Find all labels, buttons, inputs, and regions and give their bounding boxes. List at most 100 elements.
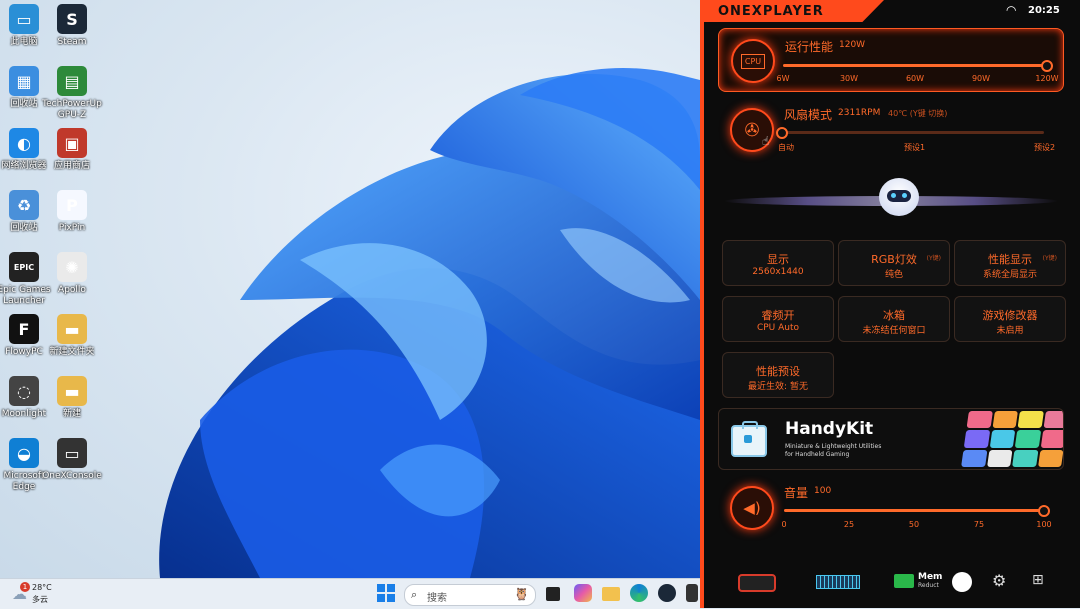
desktop-app-icon: ▭ bbox=[57, 438, 87, 468]
volume-section: ◀) 音量 100 0 25 50 75 100 bbox=[718, 478, 1062, 538]
volume-ticks: 0 25 50 75 100 bbox=[781, 520, 1051, 532]
slider-tick-label: 90W bbox=[971, 74, 991, 83]
fan-title: 风扇模式 bbox=[784, 108, 833, 122]
search-placeholder: 搜索 bbox=[427, 593, 447, 604]
keyboard-icon[interactable] bbox=[816, 575, 860, 589]
handykit-subtitle-2: for Handheld Gaming bbox=[785, 451, 850, 458]
tile[interactable]: 游戏修改器 未启用 bbox=[954, 296, 1066, 342]
fan-rpm: 2311RPM bbox=[838, 108, 881, 118]
desktop-icon-label: 新建文件夹 bbox=[49, 347, 95, 357]
tile-title: 游戏修改器 bbox=[982, 309, 1038, 322]
slider-tick-label: 30W bbox=[839, 74, 859, 83]
slider-tick-label: 120W bbox=[1035, 74, 1059, 83]
desktop-icon[interactable]: S Steam bbox=[40, 4, 104, 48]
mem-label: Mem bbox=[918, 572, 943, 582]
desktop-app-icon: P bbox=[57, 190, 87, 220]
console-icon[interactable] bbox=[738, 574, 776, 592]
copilot-icon[interactable] bbox=[574, 584, 592, 602]
tile-subtitle: CPU Auto bbox=[756, 323, 800, 333]
desktop-icon[interactable]: ✺ Apollo bbox=[40, 252, 104, 296]
fan-temp: 40℃ (Y键 切换) bbox=[888, 109, 948, 118]
fan-slider[interactable] bbox=[776, 126, 1044, 139]
desktop-icon-label: 应用商店 bbox=[53, 161, 90, 171]
app-tiles-graphic bbox=[961, 411, 1063, 467]
desktop[interactable]: ▭ 此电脑 S Steam ▦ 回收站 ▤ TechPowerUp GPU-Z ◐ 网络浏览器 ▣ 应… bbox=[0, 0, 700, 578]
search-highlight-icon: 🦉 bbox=[514, 587, 529, 601]
desktop-icon[interactable]: ▬ 新建 bbox=[40, 376, 104, 420]
tile-subtitle: 2560x1440 bbox=[752, 267, 804, 277]
slider-tick-label: 50 bbox=[908, 520, 920, 529]
performance-ticks: 6W 30W 60W 90W 120W bbox=[777, 74, 1059, 86]
volume-knob[interactable] bbox=[1038, 505, 1050, 517]
performance-slider[interactable] bbox=[783, 59, 1053, 72]
slider-tick-label: 25 bbox=[843, 520, 855, 529]
cpu-icon: CPU bbox=[731, 39, 775, 83]
task-view-icon[interactable] bbox=[546, 587, 560, 601]
speaker-icon: ◀) bbox=[730, 486, 774, 530]
fan-tick-preset2: 预设2 bbox=[1034, 143, 1056, 152]
handykit-title: HandyKit bbox=[785, 419, 874, 439]
start-icon bbox=[377, 584, 385, 592]
tile[interactable]: RGB灯效 (Y键) 纯色 bbox=[838, 240, 950, 286]
onex-taskbar-icon[interactable] bbox=[686, 584, 698, 602]
desktop-icon-label: Apollo bbox=[58, 285, 86, 295]
tile[interactable]: 显示 2560x1440 bbox=[722, 240, 834, 286]
desktop-app-icon: S bbox=[57, 4, 87, 34]
hand-cursor-icon: ☝ bbox=[762, 134, 770, 148]
grid-icon[interactable]: ⊞ bbox=[1032, 572, 1044, 588]
tile-subtitle: 纯色 bbox=[884, 270, 903, 280]
slider-tick-label: 100 bbox=[1036, 520, 1052, 529]
tile-title: 性能预设 bbox=[756, 365, 800, 378]
desktop-icon[interactable]: ▭ OneXConsole bbox=[40, 438, 104, 482]
edge-icon[interactable] bbox=[630, 584, 648, 602]
fan-knob[interactable] bbox=[776, 127, 788, 139]
handykit-subtitle-1: Miniature & Lightweight Utilities bbox=[785, 443, 882, 450]
handykit-banner[interactable]: HandyKit Miniature & Lightweight Utiliti… bbox=[718, 408, 1064, 470]
tile-subtitle: 最近生效: 暂无 bbox=[748, 382, 808, 392]
desktop-icon[interactable]: ▤ TechPowerUp GPU-Z bbox=[40, 66, 104, 121]
brand-logo: ONEXPLAYER bbox=[718, 4, 824, 19]
desktop-app-icon: ▦ bbox=[9, 66, 39, 96]
taskbar: ☁ 1 28°C 多云 ⌕ 搜索 🦉 bbox=[0, 578, 700, 609]
desktop-icon-label: OneXConsole bbox=[42, 471, 102, 481]
desktop-icon[interactable]: P PixPin bbox=[40, 190, 104, 234]
desktop-app-icon: ✺ bbox=[57, 252, 87, 282]
tile[interactable]: 性能显示 (Y键) 系统全局显示 bbox=[954, 240, 1066, 286]
taskbar-search[interactable]: ⌕ 搜索 🦉 bbox=[404, 584, 536, 606]
settings-icon[interactable]: ⚙ bbox=[992, 571, 1006, 590]
weather-widget[interactable]: ☁ 1 28°C 多云 bbox=[10, 582, 80, 606]
steam-taskbar-icon[interactable] bbox=[658, 584, 676, 602]
volume-slider[interactable] bbox=[784, 504, 1050, 517]
tile[interactable]: 性能预设最近生效: 暂无 bbox=[722, 352, 834, 398]
desktop-app-icon: ▤ bbox=[57, 66, 87, 96]
weather-desc: 多云 bbox=[32, 595, 48, 604]
mem-sublabel: Reduct bbox=[918, 582, 939, 589]
desktop-app-icon: ▭ bbox=[9, 4, 39, 34]
memory-icon[interactable] bbox=[894, 574, 914, 588]
fan-tick-preset1: 预设1 bbox=[904, 143, 926, 152]
desktop-app-icon: EPIC bbox=[9, 252, 39, 282]
tile-tag: (Y键) bbox=[926, 255, 941, 262]
volume-value: 100 bbox=[814, 486, 832, 496]
desktop-icon[interactable]: ▬ 新建文件夹 bbox=[40, 314, 104, 358]
desktop-icon-label: Steam bbox=[57, 37, 87, 47]
fan-track bbox=[782, 131, 1044, 134]
file-explorer-icon[interactable] bbox=[602, 587, 620, 601]
mascot-banner bbox=[724, 168, 1058, 226]
tile[interactable]: 睿频开 CPU Auto bbox=[722, 296, 834, 342]
desktop-app-icon: ▬ bbox=[57, 376, 87, 406]
slider-tick-label: 75 bbox=[973, 520, 985, 529]
panel-topbar: ONEXPLAYER ◠ 20:25 bbox=[704, 0, 1080, 22]
performance-title: 运行性能 bbox=[785, 40, 834, 54]
tile[interactable]: 冰箱 未冻结任何窗口 bbox=[838, 296, 950, 342]
performance-knob[interactable] bbox=[1041, 60, 1053, 72]
onexplayer-panel: ONEXPLAYER ◠ 20:25 CPU 运行性能 120W 6W 30W 60… bbox=[700, 0, 1080, 608]
assistant-icon[interactable] bbox=[952, 572, 972, 592]
desktop-icon[interactable]: ▣ 应用商店 bbox=[40, 128, 104, 172]
start-button[interactable] bbox=[377, 584, 395, 602]
slider-tick-label: 60W bbox=[905, 74, 925, 83]
clock: 20:25 bbox=[1028, 5, 1060, 16]
toolbox-icon bbox=[731, 421, 767, 457]
weather-temp: 28°C bbox=[32, 583, 52, 592]
fan-tick-auto: 自动 bbox=[778, 143, 794, 152]
